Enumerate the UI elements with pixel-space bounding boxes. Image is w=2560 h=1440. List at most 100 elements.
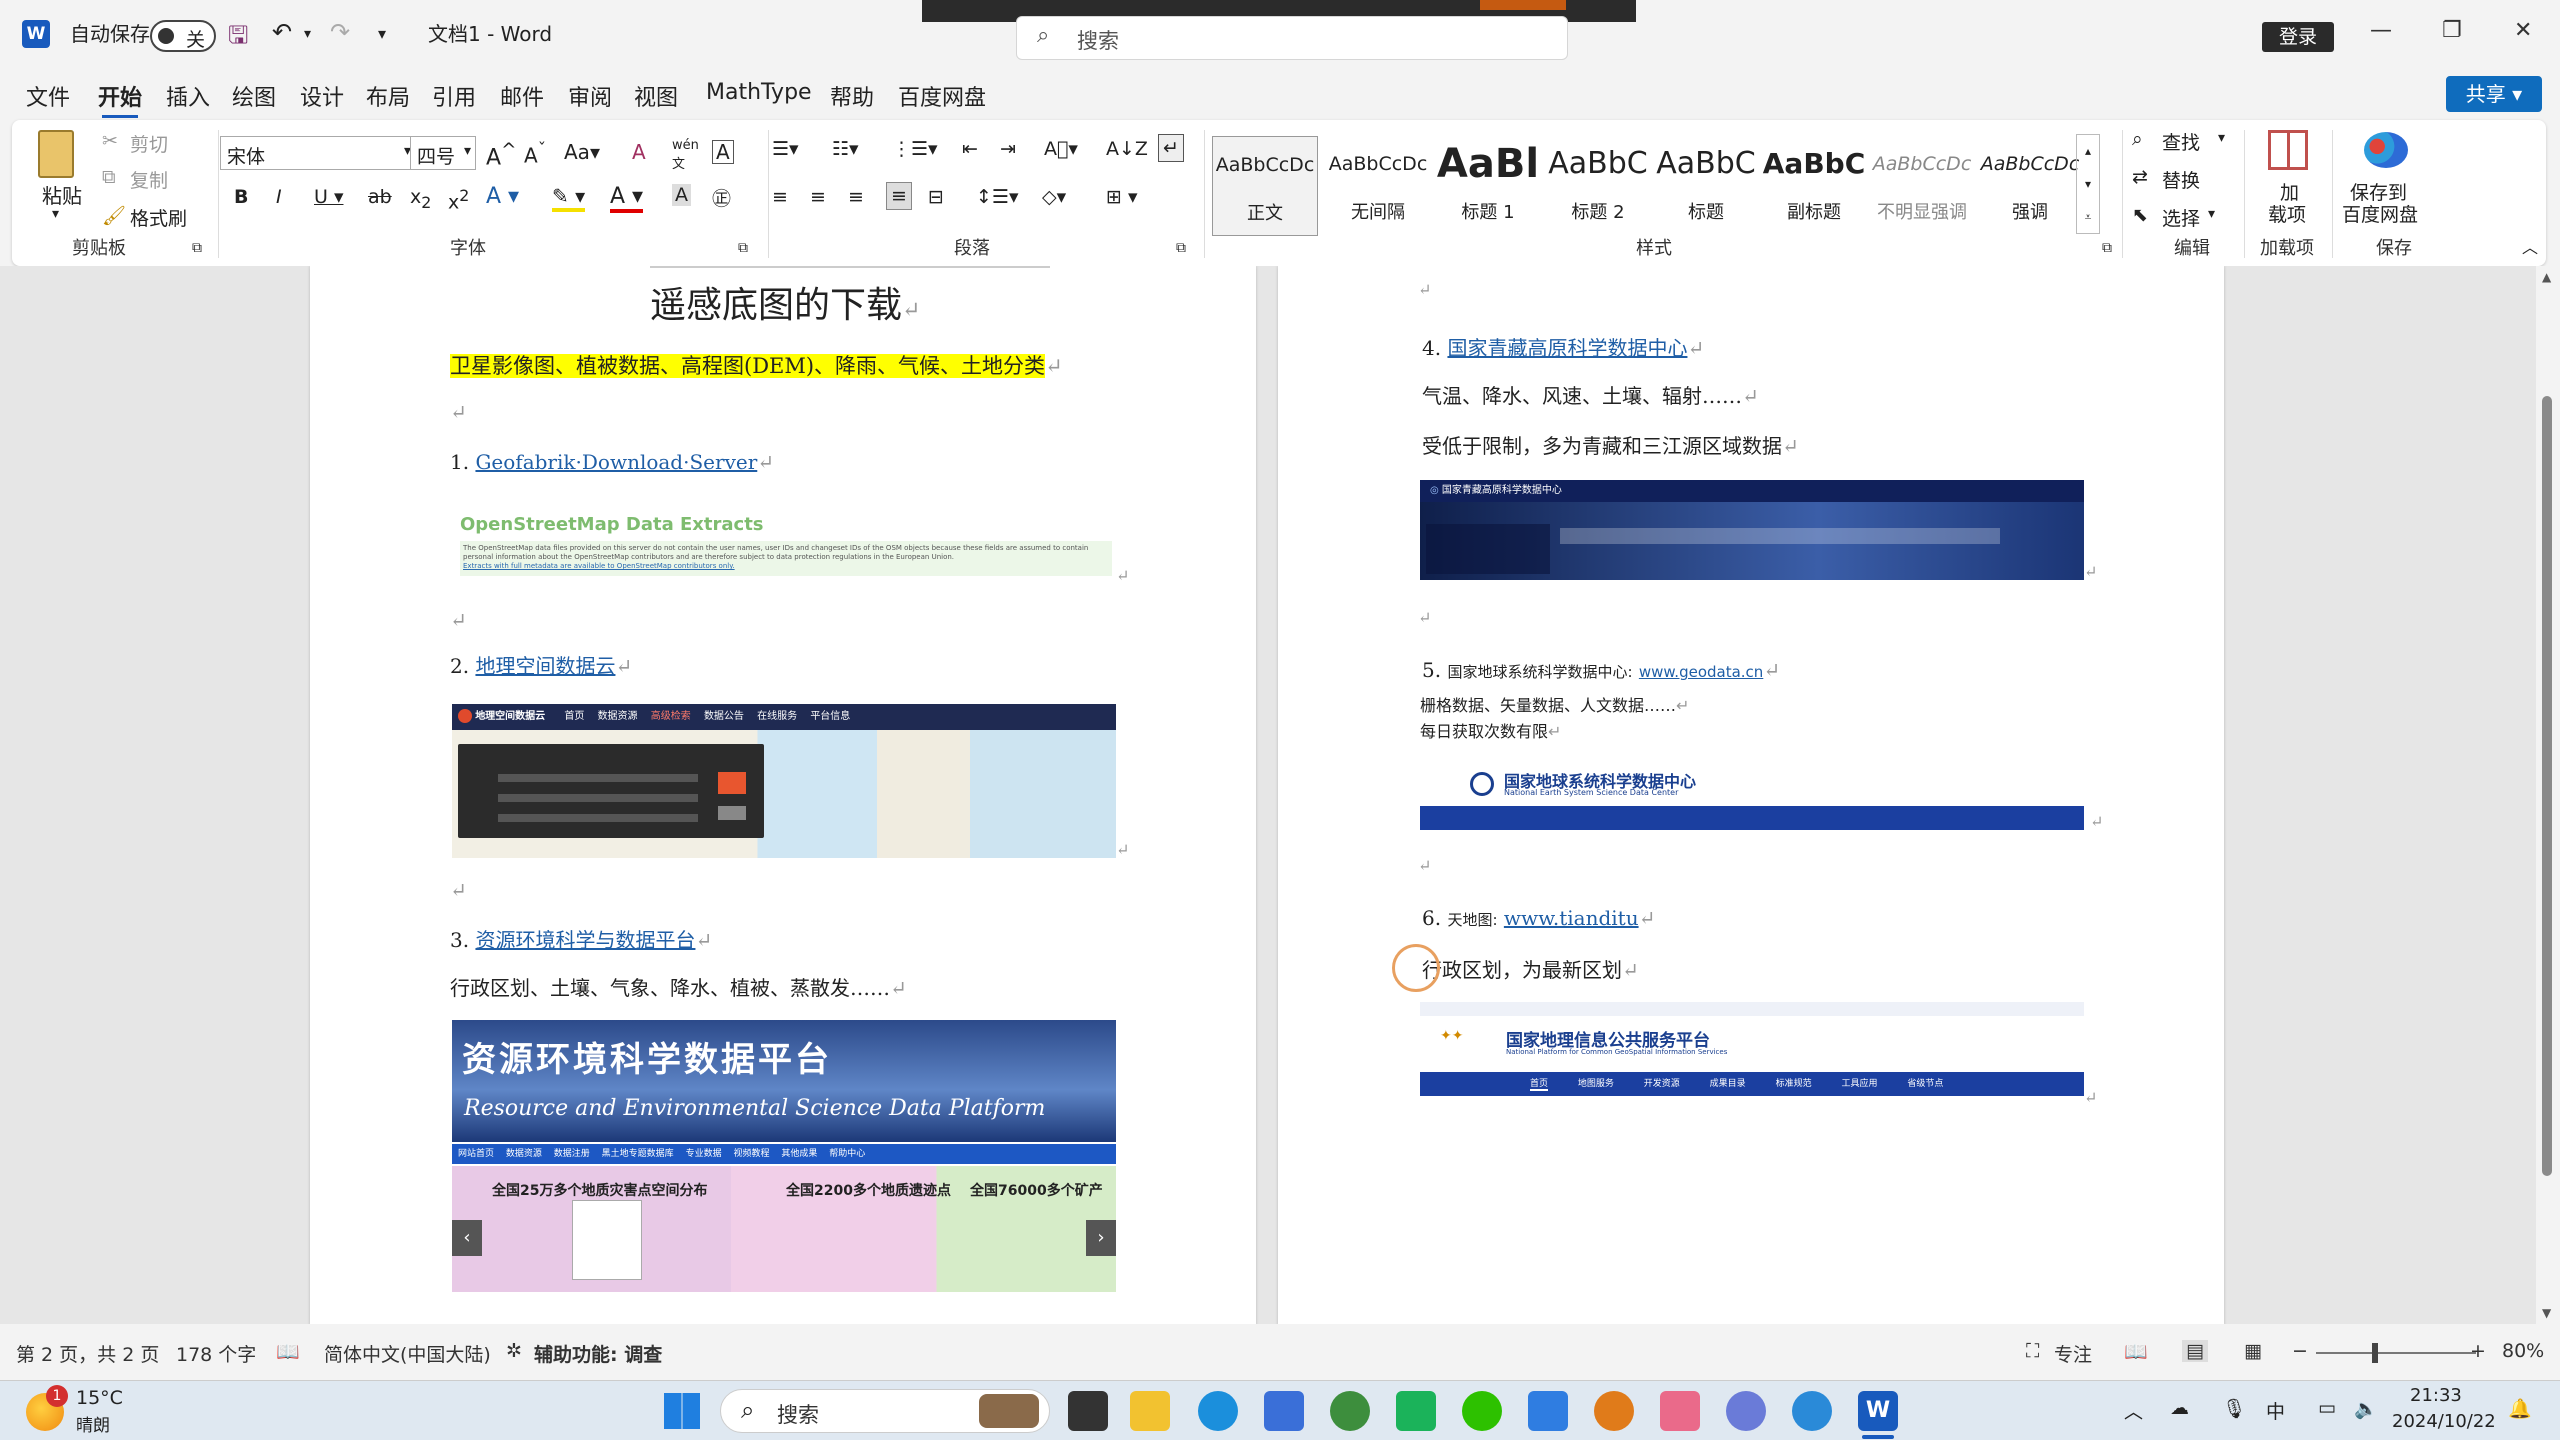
italic-icon[interactable]: I bbox=[276, 186, 282, 208]
baidu-cloud-icon[interactable] bbox=[2364, 132, 2408, 168]
multilevel-list-icon[interactable]: ⋮☰▾ bbox=[892, 138, 938, 160]
font-color-icon[interactable]: A ▾ bbox=[610, 184, 644, 213]
font-name-combo[interactable]: 宋体 ▾ bbox=[220, 136, 416, 170]
decrease-indent-icon[interactable]: ⇤ bbox=[962, 138, 978, 160]
paste-dropdown-icon[interactable]: ▾ bbox=[52, 206, 59, 222]
clear-format-icon[interactable]: A bbox=[632, 140, 646, 164]
ime-indicator[interactable]: 中 bbox=[2266, 1397, 2285, 1424]
chevron-down-icon[interactable]: ▾ bbox=[2218, 130, 2225, 146]
select-label[interactable]: 选择 bbox=[2162, 204, 2200, 231]
style-subtitle[interactable]: AaBbC 副标题 bbox=[1762, 136, 1866, 236]
copy-icon[interactable]: ⧉ bbox=[102, 166, 116, 188]
cut-label[interactable]: 剪切 bbox=[130, 130, 168, 157]
paragraph-launcher-icon[interactable]: ⧉ bbox=[1176, 240, 1186, 256]
taskbar-search[interactable]: ⌕ 搜索 bbox=[720, 1389, 1050, 1433]
start-icon[interactable] bbox=[664, 1393, 700, 1429]
clipboard-launcher-icon[interactable]: ⧉ bbox=[192, 240, 202, 256]
recorder-app-icon[interactable] bbox=[1594, 1391, 1634, 1431]
style-no-spacing[interactable]: AaBbCcDc 无间隔 bbox=[1326, 136, 1430, 236]
language[interactable]: 简体中文(中国大陆) bbox=[324, 1340, 491, 1367]
bullets-icon[interactable]: ☰▾ bbox=[772, 138, 799, 160]
align-left-icon[interactable]: ≡ bbox=[772, 186, 788, 208]
save-icon[interactable]: 🖫 bbox=[228, 18, 248, 59]
login-button[interactable]: 登录 bbox=[2262, 22, 2334, 52]
word-taskbar-icon[interactable]: W bbox=[1858, 1391, 1898, 1431]
menu-references[interactable]: 引用 bbox=[432, 80, 476, 112]
copy-label[interactable]: 复制 bbox=[130, 166, 168, 193]
scroll-down-icon[interactable]: ▼ bbox=[2542, 1306, 2551, 1320]
numbering-icon[interactable]: ☷▾ bbox=[832, 138, 859, 160]
accessibility-icon[interactable]: ✲ bbox=[506, 1340, 522, 1362]
lalala-app-icon[interactable] bbox=[1660, 1391, 1700, 1431]
search-box[interactable]: ⌕ 搜索 bbox=[1016, 16, 1568, 60]
restore-icon[interactable]: ❐ bbox=[2442, 18, 2462, 43]
menu-baidu[interactable]: 百度网盘 bbox=[898, 80, 986, 112]
bold-icon[interactable]: B bbox=[234, 186, 248, 208]
zoom-slider[interactable] bbox=[2316, 1343, 2476, 1363]
find-icon[interactable]: ⌕ bbox=[2132, 128, 2143, 150]
file-explorer-icon[interactable] bbox=[1130, 1391, 1170, 1431]
page-count[interactable]: 第 2 页，共 2 页 bbox=[16, 1340, 159, 1367]
resdc-link[interactable]: 资源环境科学与数据平台 bbox=[475, 928, 695, 952]
distributed-icon[interactable]: ⊟ bbox=[928, 186, 944, 208]
shading-icon[interactable]: ◇▾ bbox=[1042, 186, 1066, 208]
style-title[interactable]: AaBbC 标题 bbox=[1654, 136, 1758, 236]
share-button[interactable]: 共享 ▾ bbox=[2446, 76, 2542, 112]
volume-icon[interactable]: 🔈 bbox=[2354, 1397, 2378, 1420]
zoom-slider-thumb[interactable] bbox=[2372, 1343, 2378, 1363]
undo-dropdown-icon[interactable]: ▾ bbox=[304, 26, 311, 42]
shrink-font-icon[interactable]: Aˇ bbox=[524, 140, 546, 168]
redo-icon[interactable]: ↷ bbox=[330, 18, 350, 46]
menu-help[interactable]: 帮助 bbox=[830, 80, 874, 112]
menu-insert[interactable]: 插入 bbox=[166, 80, 210, 112]
menu-mathtype[interactable]: MathType bbox=[706, 80, 812, 105]
strikethrough-icon[interactable]: ab bbox=[368, 186, 392, 208]
tpdc-link[interactable]: 国家青藏高原科学数据中心 bbox=[1447, 336, 1687, 360]
customize-toolbar-icon[interactable]: ▾ bbox=[378, 24, 386, 43]
zoom-in-icon[interactable]: + bbox=[2470, 1340, 2486, 1362]
search-app-icon[interactable] bbox=[1792, 1391, 1832, 1431]
gscloud-link[interactable]: 地理空间数据云 bbox=[475, 654, 615, 678]
format-painter-icon[interactable]: 🖌 bbox=[102, 204, 126, 227]
network-icon[interactable]: ▭ bbox=[2318, 1397, 2336, 1419]
style-heading1[interactable]: AaBl 标题 1 bbox=[1436, 136, 1540, 236]
globe-app-icon[interactable] bbox=[1330, 1391, 1370, 1431]
save-baidu-line2[interactable]: 百度网盘 bbox=[2342, 200, 2418, 227]
menu-view[interactable]: 视图 bbox=[634, 80, 678, 112]
weather-desc[interactable]: 晴朗 bbox=[76, 1411, 110, 1436]
menu-file[interactable]: 文件 bbox=[26, 80, 70, 112]
focus-label[interactable]: 专注 bbox=[2054, 1340, 2092, 1367]
accessibility-status[interactable]: 辅助功能: 调查 bbox=[534, 1340, 662, 1367]
paste-icon[interactable] bbox=[38, 130, 74, 178]
store-icon[interactable] bbox=[1264, 1391, 1304, 1431]
zoom-out-icon[interactable]: − bbox=[2292, 1340, 2308, 1362]
scrollbar-thumb[interactable] bbox=[2542, 396, 2552, 1176]
borders-icon[interactable]: ⊞ ▾ bbox=[1106, 186, 1138, 208]
chevron-down-icon[interactable]: ▾ bbox=[2208, 206, 2215, 222]
increase-indent-icon[interactable]: ⇥ bbox=[1000, 138, 1016, 160]
zoom-level[interactable]: 80% bbox=[2502, 1340, 2544, 1362]
word-count[interactable]: 178 个字 bbox=[176, 1340, 256, 1367]
highlight-icon[interactable]: ✎ ▾ bbox=[552, 184, 586, 212]
focus-icon[interactable]: ⛶ bbox=[2026, 1340, 2039, 1362]
green-app-icon[interactable] bbox=[1396, 1391, 1436, 1431]
autosave-toggle[interactable]: 关 bbox=[150, 20, 216, 52]
clock-time[interactable]: 21:33 bbox=[2410, 1385, 2462, 1406]
edge-icon[interactable] bbox=[1198, 1391, 1238, 1431]
superscript-icon[interactable]: x2 bbox=[448, 186, 469, 213]
web-layout-icon[interactable]: ▦ bbox=[2244, 1340, 2262, 1362]
menu-layout[interactable]: 布局 bbox=[366, 80, 410, 112]
weather-temp[interactable]: 15°C bbox=[76, 1387, 123, 1409]
cut-icon[interactable]: ✂ bbox=[102, 130, 118, 152]
grow-font-icon[interactable]: A^ bbox=[486, 140, 516, 170]
align-right-icon[interactable]: ≡ bbox=[848, 186, 864, 208]
style-subtle-emphasis[interactable]: AaBbCcDc 不明显强调 bbox=[1870, 136, 1974, 236]
styles-scroll[interactable]: ▴ ▾ ⩡ bbox=[2076, 134, 2100, 234]
proofing-icon[interactable]: 📖 bbox=[276, 1340, 300, 1363]
tianditu-link[interactable]: www.tianditu bbox=[1504, 906, 1639, 930]
geodata-link[interactable]: www.geodata.cn bbox=[1639, 663, 1763, 681]
style-emphasis[interactable]: AaBbCcDc 强调 bbox=[1978, 136, 2082, 236]
line-spacing-icon[interactable]: ↕☰▾ bbox=[976, 186, 1019, 208]
styles-launcher-icon[interactable]: ⧉ bbox=[2102, 240, 2112, 256]
geofabrik-link[interactable]: Geofabrik·Download·Server bbox=[475, 450, 757, 474]
